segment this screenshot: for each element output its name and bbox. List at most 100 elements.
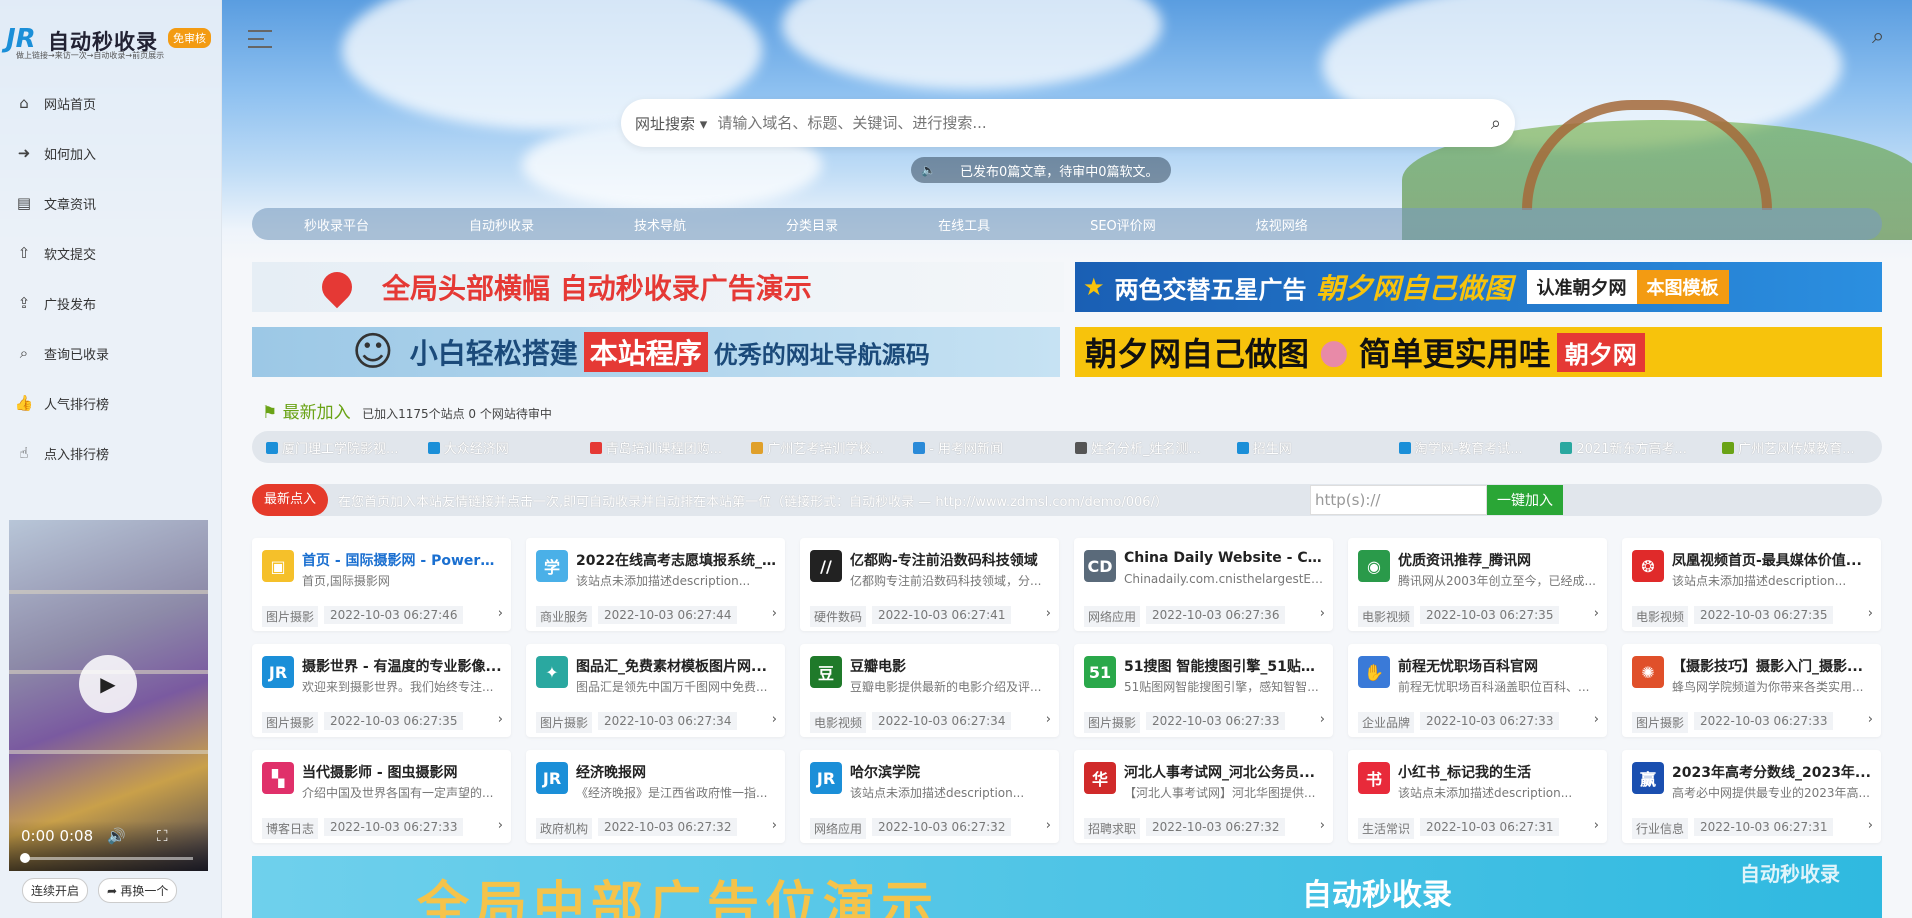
video-player[interactable]: ▶ 0:00 0:08 🔊 ⛶: [9, 520, 208, 871]
chevron-right-icon[interactable]: ›: [1046, 606, 1051, 621]
card-category[interactable]: 政府机构: [536, 818, 593, 839]
card-category[interactable]: 商业服务: [536, 606, 593, 627]
card-category[interactable]: 企业品牌: [1358, 712, 1415, 733]
site-card[interactable]: 学 2022在线高考志愿填报系统_... 该站点未添加描述description..…: [526, 538, 785, 631]
site-card[interactable]: ◉ 优质资讯推荐_腾讯网 腾讯网从2003年创立至今，已经成... 电影视频 2022-…: [1348, 538, 1607, 631]
card-category[interactable]: 图片摄影: [262, 606, 319, 627]
one-click-join-button[interactable]: 一键加入: [1487, 485, 1564, 515]
banner-simple-ad[interactable]: 朝夕网自己做图 ● 简单更实用哇 朝夕网: [1075, 327, 1882, 377]
search-input[interactable]: [717, 114, 1491, 132]
card-title[interactable]: 小红书_标记我的生活: [1398, 762, 1598, 782]
site-card[interactable]: ▚ 当代摄影师 - 图虫摄影网 介绍中国及世界各国有一定声望的... 博客日志 2022…: [252, 750, 511, 843]
video-progress-handle[interactable]: [20, 853, 30, 863]
card-category[interactable]: 图片摄影: [536, 712, 593, 733]
site-card[interactable]: ✦ 图品汇_免费素材模板图片网... 图品汇是领先中国万千图网中免费... 图片摄影 2…: [526, 644, 785, 737]
site-card[interactable]: JR 哈尔滨学院 该站点未添加描述description... 网络应用 2022-10…: [800, 750, 1059, 843]
site-card[interactable]: ✋ 前程无忧职场百科官网 前程无忧职场百科涵盖职位百科、... 企业品牌 2022-10…: [1348, 644, 1607, 737]
chevron-right-icon[interactable]: ›: [1868, 712, 1873, 727]
site-card[interactable]: 赢 2023年高考分数线_2023年... 高考必中网提供最专业的2023年高...…: [1622, 750, 1881, 843]
card-category[interactable]: 图片摄影: [1084, 712, 1141, 733]
search-submit-icon[interactable]: ⌕: [1491, 113, 1501, 134]
ticker-item[interactable]: 招生网: [1235, 438, 1397, 457]
sidebar-item-5[interactable]: ⌕ 查询已收录: [0, 328, 222, 378]
site-card[interactable]: 51 51搜图 智能搜图引擎_51贴图网 51贴图网智能搜图引擎，感知智智... 图片…: [1074, 644, 1333, 737]
chevron-right-icon[interactable]: ›: [772, 712, 777, 727]
ticker-item[interactable]: 大众经济网: [426, 438, 588, 457]
site-logo[interactable]: JR 自动秒收录 免审核 做上链接→来访一次→自动收录→前页展示: [6, 22, 216, 62]
site-card[interactable]: // 亿都购-专注前沿数码科技领域 亿都购专注前沿数码科技领域，分... 硬件数码 20…: [800, 538, 1059, 631]
card-title[interactable]: 优质资讯推荐_腾讯网: [1398, 550, 1598, 570]
search-icon[interactable]: ⌕: [1872, 24, 1884, 49]
menu-icon[interactable]: [248, 30, 272, 52]
card-category[interactable]: 图片摄影: [262, 712, 319, 733]
chevron-right-icon[interactable]: ›: [1320, 712, 1325, 727]
banner-header-ad[interactable]: 全局头部横幅 自动秒收录广告演示: [252, 262, 1064, 312]
card-title[interactable]: 图品汇_免费素材模板图片网...: [576, 656, 776, 676]
ticker-item[interactable]: 厦门理工学院影视...: [264, 438, 426, 457]
card-title[interactable]: 2022在线高考志愿填报系统_...: [576, 550, 776, 570]
card-title[interactable]: 摄影世界 - 有温度的专业影像...: [302, 656, 502, 676]
card-title[interactable]: China Daily Website - Con...: [1124, 550, 1324, 566]
nav-link-1[interactable]: 自动秒收录: [469, 215, 534, 234]
nav-link-5[interactable]: SEO评价网: [1090, 215, 1156, 234]
chevron-right-icon[interactable]: ›: [772, 606, 777, 621]
bottom-ad-banner[interactable]: 全局中部广告位演示 自动秒收录: [252, 856, 1882, 918]
nav-link-3[interactable]: 分类目录: [786, 215, 838, 234]
card-title[interactable]: 哈尔滨学院: [850, 762, 1050, 782]
chevron-right-icon[interactable]: ›: [1046, 712, 1051, 727]
fullscreen-icon[interactable]: ⛶: [157, 827, 168, 845]
chevron-right-icon[interactable]: ›: [1594, 818, 1599, 833]
card-category[interactable]: 电影视频: [810, 712, 867, 733]
search-type-select[interactable]: 网址搜索 ▾: [635, 113, 707, 134]
site-card[interactable]: 华河北人事考试网_河北公务员... 【河北人事考试网】河北华图提供... 招聘求职 2…: [1074, 750, 1333, 843]
banner-five-star-ad[interactable]: ★ 两色交替五星广告 朝夕网自己做图 认准朝夕网 本图模板: [1075, 262, 1882, 312]
next-video-button[interactable]: ➦ 再换一个: [98, 878, 178, 903]
card-category[interactable]: 招聘求职: [1084, 818, 1141, 839]
card-title[interactable]: 豆瓣电影: [850, 656, 1050, 676]
sidebar-item-4[interactable]: ⇪ 广投发布: [0, 278, 222, 328]
card-category[interactable]: 生活常识: [1358, 818, 1415, 839]
chevron-right-icon[interactable]: ›: [1320, 818, 1325, 833]
chevron-right-icon[interactable]: ›: [1594, 606, 1599, 621]
chevron-right-icon[interactable]: ›: [498, 712, 503, 727]
autoplay-button[interactable]: 连续开启: [22, 878, 89, 903]
card-title[interactable]: 首页 - 国际摄影网 - Powere...: [302, 550, 502, 570]
volume-icon[interactable]: 🔊: [107, 827, 126, 845]
nav-link-0[interactable]: 秒收录平台: [304, 215, 369, 234]
ticker-item[interactable]: 广州艺风传媒教育...: [1720, 438, 1882, 457]
site-card[interactable]: 豆豆瓣电影 豆瓣电影提供最新的电影介绍及评... 电影视频 2022-10-03 06…: [800, 644, 1059, 737]
card-category[interactable]: 网络应用: [1084, 606, 1141, 627]
card-title[interactable]: 亿都购-专注前沿数码科技领域: [850, 550, 1050, 570]
card-title[interactable]: 经济晚报网: [576, 762, 776, 782]
chevron-right-icon[interactable]: ›: [1046, 818, 1051, 833]
ticker-item[interactable]: - 用考网新闻: [911, 438, 1073, 457]
chevron-right-icon[interactable]: ›: [1320, 606, 1325, 621]
sidebar-item-6[interactable]: 👍 人气排行榜: [0, 378, 222, 428]
sidebar-item-1[interactable]: ➜ 如何加入: [0, 128, 222, 178]
card-title[interactable]: 前程无忧职场百科官网: [1398, 656, 1598, 676]
card-category[interactable]: 图片摄影: [1632, 712, 1689, 733]
card-title[interactable]: 2023年高考分数线_2023年...: [1672, 762, 1872, 782]
card-category[interactable]: 行业信息: [1632, 818, 1689, 839]
card-category[interactable]: 电影视频: [1358, 606, 1415, 627]
site-card[interactable]: ▣ 首页 - 国际摄影网 - Powere... 首页,国际摄影网 图片摄影 2022-…: [252, 538, 511, 631]
nav-link-2[interactable]: 技术导航: [634, 215, 686, 234]
ticker-item[interactable]: 姓名分析_姓名测...: [1073, 438, 1235, 457]
nav-link-4[interactable]: 在线工具: [938, 215, 990, 234]
play-icon[interactable]: ▶: [79, 655, 137, 713]
card-title[interactable]: 河北人事考试网_河北公务员...: [1124, 762, 1324, 782]
card-title[interactable]: 凤凰视频首页-最具媒体价值...: [1672, 550, 1872, 570]
ticker-item[interactable]: 2021新东方高考...: [1558, 438, 1720, 457]
chevron-right-icon[interactable]: ›: [772, 818, 777, 833]
chevron-right-icon[interactable]: ›: [498, 818, 503, 833]
card-title[interactable]: 51搜图 智能搜图引擎_51贴图网: [1124, 656, 1324, 676]
site-card[interactable]: JR 经济晚报网 《经济晚报》是江西省政府惟一指... 政府机构 2022-10-03 …: [526, 750, 785, 843]
ticker-item[interactable]: 广州艺考培训学校...: [749, 438, 911, 457]
card-title[interactable]: 当代摄影师 - 图虫摄影网: [302, 762, 502, 782]
site-card[interactable]: JR 摄影世界 - 有温度的专业影像... 欢迎来到摄影世界。我们始终专注... 图片…: [252, 644, 511, 737]
card-title[interactable]: 【摄影技巧】摄影入门_摄影...: [1672, 656, 1872, 676]
site-card[interactable]: 书小红书_标记我的生活 该站点未添加描述description... 生活常识 202…: [1348, 750, 1607, 843]
card-category[interactable]: 电影视频: [1632, 606, 1689, 627]
nav-link-6[interactable]: 炫视网络: [1256, 215, 1308, 234]
url-input[interactable]: [1310, 485, 1488, 515]
